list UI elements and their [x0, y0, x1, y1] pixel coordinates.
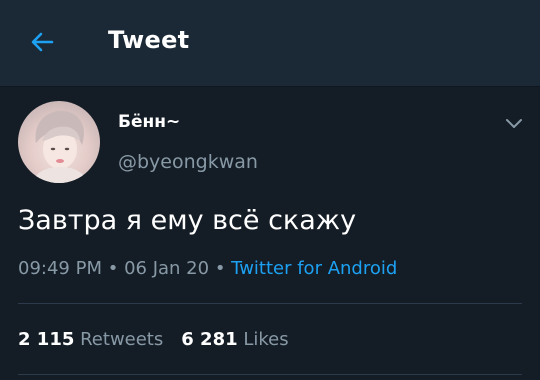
back-button[interactable] [28, 28, 56, 56]
display-name[interactable]: Бённ~ [118, 112, 180, 132]
tweet-date: 06 Jan 20 [124, 258, 210, 279]
tweet-meta: 09:49 PM • 06 Jan 20 • Twitter for Andro… [18, 258, 397, 279]
arrow-left-icon [31, 32, 54, 52]
tweet-text: Завтра я ему всё скажу [18, 205, 357, 236]
divider [18, 374, 522, 375]
tweet-source-link[interactable]: Twitter for Android [231, 258, 397, 279]
divider [18, 303, 522, 304]
user-handle[interactable]: @byeongkwan [118, 151, 258, 173]
meta-separator: • [214, 258, 226, 279]
page-title: Tweet [108, 26, 190, 54]
avatar[interactable] [18, 101, 100, 183]
app-header: Tweet [0, 0, 540, 87]
likes-stat[interactable]: 6 281 Likes [181, 329, 288, 350]
retweets-count: 2 115 [18, 329, 75, 350]
retweets-stat[interactable]: 2 115 Retweets [18, 329, 163, 350]
tweet-menu-button[interactable] [503, 112, 525, 134]
likes-label: Likes [243, 329, 289, 350]
tweet-time: 09:49 PM [18, 258, 102, 279]
chevron-down-icon [506, 119, 522, 128]
avatar-image [32, 110, 88, 183]
meta-separator: • [107, 258, 119, 279]
tweet-stats: 2 115 Retweets 6 281 Likes [18, 329, 289, 350]
retweets-label: Retweets [80, 329, 164, 350]
likes-count: 6 281 [181, 329, 238, 350]
